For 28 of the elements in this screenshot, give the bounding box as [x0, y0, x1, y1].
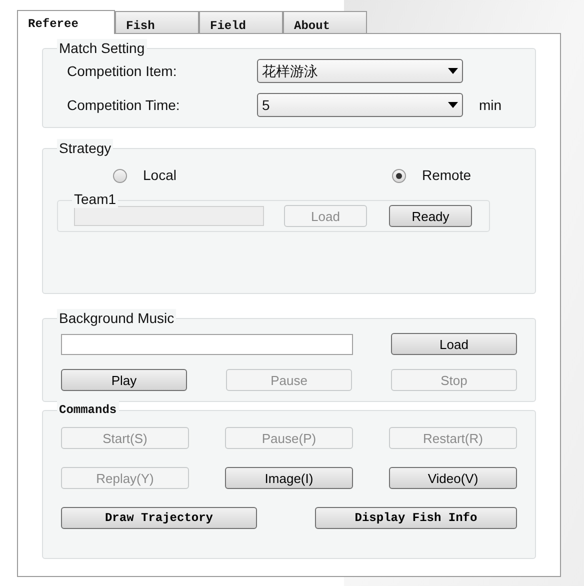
dropdown-value: 花样游泳 — [262, 62, 318, 80]
group-title: Strategy — [57, 139, 114, 157]
button[interactable]: Draw Trajectory — [61, 507, 257, 529]
tab[interactable]: Field — [199, 11, 283, 33]
dropdown-value: 5 — [262, 96, 270, 114]
radio-label: Local — [143, 166, 176, 185]
group-title: Background Music — [57, 309, 176, 327]
dropdown-arrow-icon — [448, 68, 458, 74]
button[interactable]: Play — [61, 369, 187, 391]
button[interactable]: Image(I) — [225, 467, 353, 489]
dropdown[interactable]: 5 — [257, 93, 463, 117]
radio-button[interactable] — [392, 168, 406, 182]
button[interactable]: Load — [391, 333, 517, 355]
tab[interactable]: Referee — [17, 10, 115, 34]
radio-label: Remote — [422, 166, 471, 185]
input-field[interactable] — [61, 334, 353, 354]
dropdown-arrow-icon — [448, 102, 458, 108]
tab[interactable]: Fish — [115, 11, 199, 33]
button[interactable]: Ready — [389, 205, 472, 227]
button[interactable]: Display Fish Info — [315, 507, 517, 529]
field-label: Competition Item: — [67, 62, 178, 81]
tab[interactable]: About — [283, 11, 367, 33]
dropdown[interactable]: 花样游泳 — [257, 59, 463, 83]
group-title: Match Setting — [57, 39, 147, 57]
field-label: Competition Time: — [67, 96, 181, 115]
unit-label: min — [479, 96, 502, 114]
radio-button[interactable] — [113, 168, 127, 182]
button[interactable]: Video(V) — [389, 467, 517, 489]
